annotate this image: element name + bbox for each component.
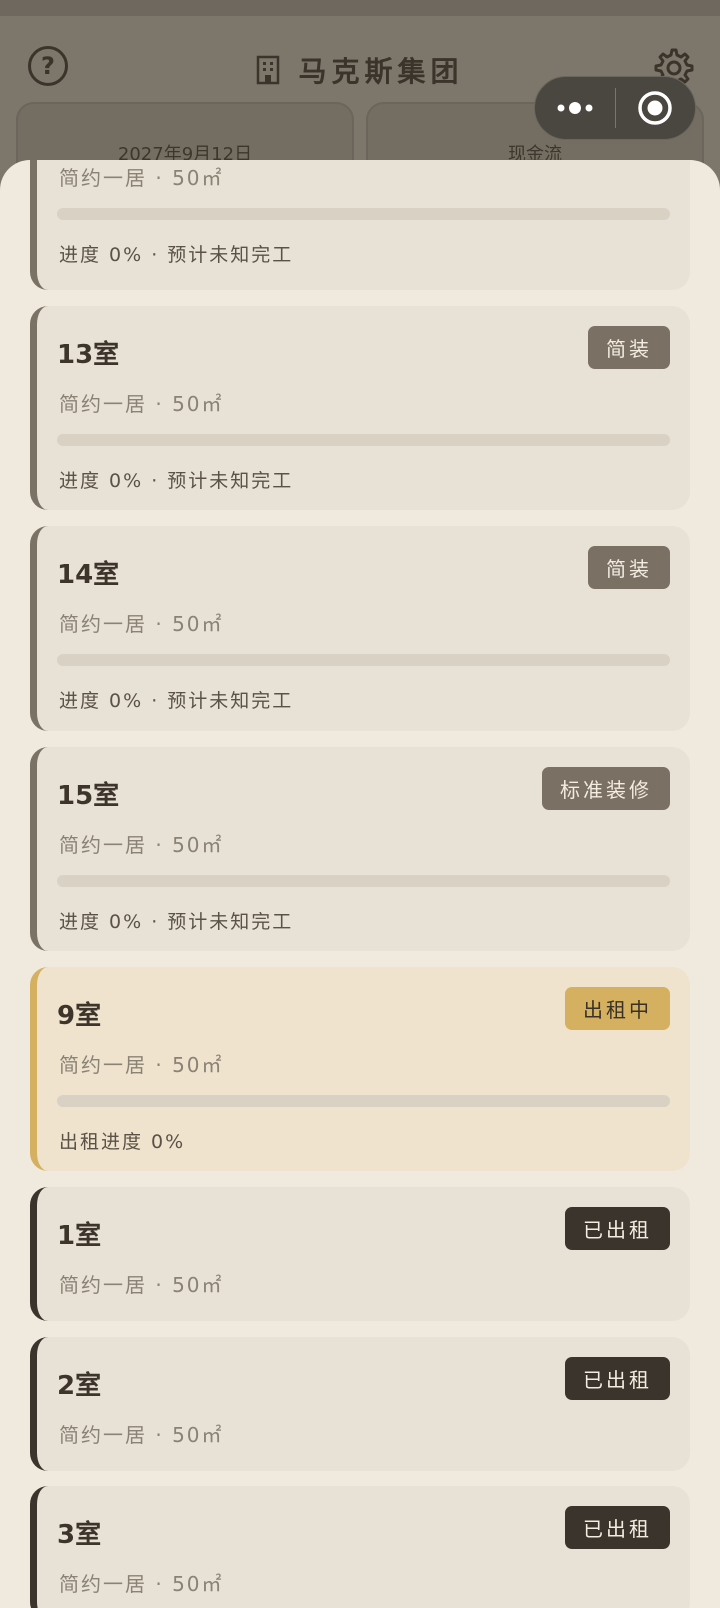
room-name: 3室 [57,1520,102,1550]
room-name: 2室 [57,1371,102,1401]
room-name: 14室 [57,560,120,590]
progress-bar [57,654,670,666]
room-name: 1室 [57,1221,102,1251]
room-progress-text: 进度 0% · 预计未知完工 [59,470,294,492]
room-desc: 简约一居 · 50㎡ [59,1572,224,1596]
mini-program-capsule [534,76,696,140]
room-card[interactable]: 简约一居 · 50㎡ 进度 0% · 预计未知完工 [30,160,690,290]
room-name: 9室 [57,1001,102,1031]
room-card[interactable]: 1室 已出租 简约一居 · 50㎡ [30,1187,690,1321]
capsule-close-icon[interactable] [616,77,696,139]
room-card[interactable]: 15室 标准装修 简约一居 · 50㎡ 进度 0% · 预计未知完工 [30,747,690,951]
room-desc: 简约一居 · 50㎡ [59,1053,224,1077]
room-name: 13室 [57,340,120,370]
room-desc: 简约一居 · 50㎡ [59,1273,224,1297]
status-badge: 简装 [588,546,670,589]
room-progress-text: 进度 0% · 预计未知完工 [59,244,294,266]
room-card[interactable]: 14室 简装 简约一居 · 50㎡ 进度 0% · 预计未知完工 [30,526,690,731]
room-desc: 简约一居 · 50㎡ [59,833,224,857]
progress-bar [57,208,670,220]
room-desc: 简约一居 · 50㎡ [59,166,224,190]
room-desc: 简约一居 · 50㎡ [59,612,224,636]
status-badge: 简装 [588,326,670,369]
progress-bar [57,875,670,887]
status-badge: 已出租 [565,1357,670,1400]
room-card[interactable]: 9室 出租中 简约一居 · 50㎡ 出租进度 0% [30,967,690,1171]
progress-bar [57,1095,670,1107]
progress-bar [57,434,670,446]
more-dots-icon[interactable] [535,77,615,139]
room-progress-text: 进度 0% · 预计未知完工 [59,690,294,712]
room-desc: 简约一居 · 50㎡ [59,1423,224,1447]
room-name: 15室 [57,781,120,811]
room-card[interactable]: 2室 已出租 简约一居 · 50㎡ [30,1337,690,1471]
status-badge: 出租中 [565,987,670,1030]
room-card[interactable]: 3室 已出租 简约一居 · 50㎡ [30,1486,690,1608]
room-progress-text: 出租进度 0% [59,1131,186,1153]
room-progress-text: 进度 0% · 预计未知完工 [59,911,294,933]
status-badge: 已出租 [565,1207,670,1250]
app-title: 马克斯集团 [298,55,464,88]
room-desc: 简约一居 · 50㎡ [59,392,224,416]
status-strip [0,0,720,16]
room-card[interactable]: 13室 简装 简约一居 · 50㎡ 进度 0% · 预计未知完工 [30,306,690,510]
building-icon [257,55,280,85]
room-list-sheet[interactable]: 简约一居 · 50㎡ 进度 0% · 预计未知完工 13室 简装 简约一居 · … [0,160,720,1608]
status-badge: 标准装修 [542,767,670,810]
status-badge: 已出租 [565,1506,670,1549]
